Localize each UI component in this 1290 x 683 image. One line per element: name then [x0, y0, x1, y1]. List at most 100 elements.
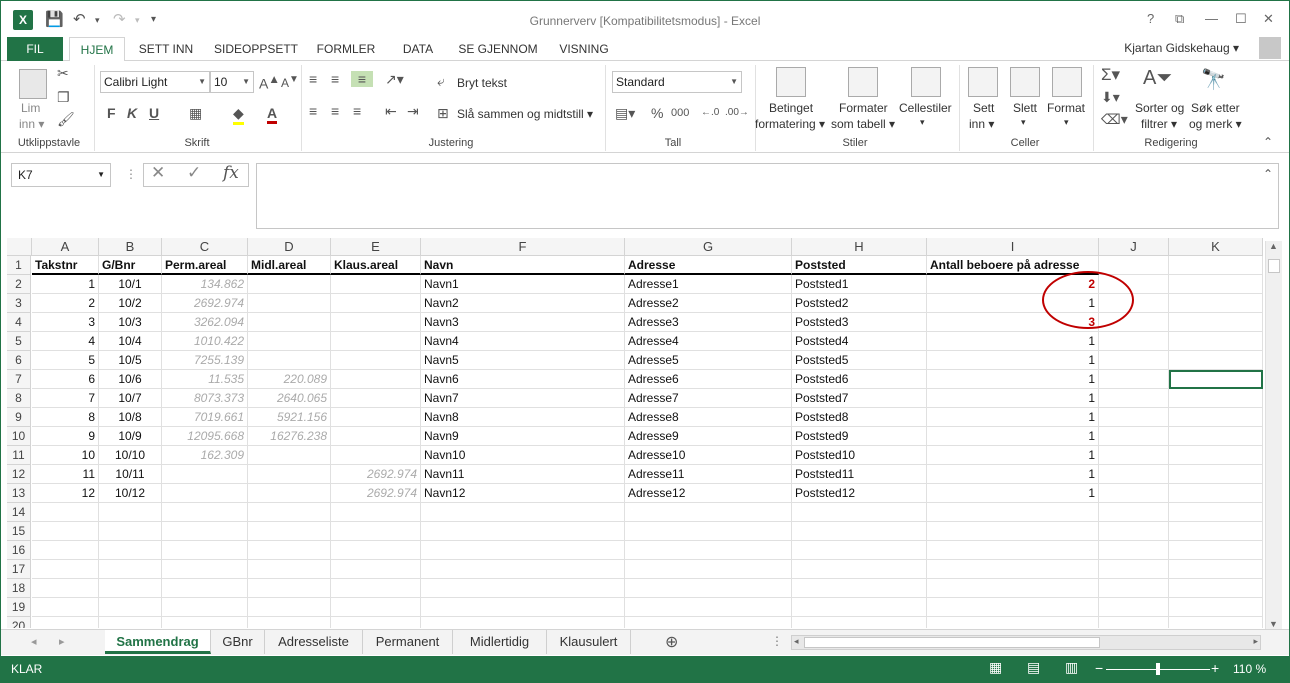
new-sheet-icon[interactable]: ⊕ [665, 632, 678, 652]
table-cell[interactable]: Poststed12 [792, 484, 927, 503]
table-cell[interactable]: 5921.156 [248, 408, 331, 427]
table-cell[interactable]: 10/11 [99, 465, 162, 484]
font-size-select[interactable]: 10 ▼ [210, 71, 254, 93]
column-header-b[interactable]: B [99, 238, 162, 256]
table-cell[interactable]: Poststed3 [792, 313, 927, 332]
orientation-icon[interactable]: ↗▾ [385, 71, 404, 88]
paste-label[interactable]: Lim [21, 101, 40, 115]
empty-cell[interactable] [792, 503, 927, 522]
underline-button[interactable]: U [149, 105, 159, 121]
empty-cell[interactable] [1099, 389, 1169, 408]
table-cell[interactable]: Adresse9 [625, 427, 792, 446]
table-cell[interactable]: 12095.668 [162, 427, 248, 446]
column-header-a[interactable]: A [32, 238, 99, 256]
cell-styles-label[interactable]: Cellestiler [899, 101, 952, 115]
table-cell[interactable] [331, 370, 421, 389]
empty-cell[interactable] [1099, 256, 1169, 275]
empty-cell[interactable] [1169, 560, 1263, 579]
header-cell[interactable]: Navn [421, 256, 625, 275]
empty-cell[interactable] [331, 503, 421, 522]
table-cell[interactable] [248, 465, 331, 484]
empty-cell[interactable] [792, 598, 927, 617]
format-as-table-label[interactable]: Formater [839, 101, 888, 115]
table-cell[interactable]: Navn8 [421, 408, 625, 427]
column-header-e[interactable]: E [331, 238, 421, 256]
table-cell[interactable]: 10/3 [99, 313, 162, 332]
empty-cell[interactable] [248, 617, 331, 628]
table-cell[interactable]: Adresse4 [625, 332, 792, 351]
table-cell[interactable]: 2692.974 [331, 484, 421, 503]
format-as-table-icon[interactable] [848, 67, 878, 97]
table-cell[interactable]: Poststed7 [792, 389, 927, 408]
column-header-i[interactable]: I [927, 238, 1099, 256]
empty-cell[interactable] [1169, 408, 1263, 427]
format-cells-label[interactable]: Format [1047, 101, 1085, 115]
page-break-view-icon[interactable]: ▥ [1065, 659, 1078, 676]
row-header-7[interactable]: 7 [7, 370, 31, 389]
table-cell[interactable]: 2692.974 [162, 294, 248, 313]
empty-cell[interactable] [99, 598, 162, 617]
table-cell[interactable]: Poststed9 [792, 427, 927, 446]
table-cell[interactable]: Adresse7 [625, 389, 792, 408]
ribbon-display-icon[interactable]: ⧉ [1175, 11, 1184, 27]
empty-cell[interactable] [32, 598, 99, 617]
minimize-icon[interactable]: — [1205, 11, 1218, 26]
header-cell[interactable]: Perm.areal [162, 256, 248, 275]
table-cell[interactable]: 10 [32, 446, 99, 465]
empty-cell[interactable] [792, 579, 927, 598]
empty-cell[interactable] [927, 560, 1099, 579]
table-cell[interactable]: 5 [32, 351, 99, 370]
table-cell[interactable]: 1 [927, 484, 1099, 503]
empty-cell[interactable] [331, 560, 421, 579]
tab-insert[interactable]: SETT INN [131, 37, 201, 62]
table-cell[interactable]: 1 [927, 370, 1099, 389]
cut-icon[interactable]: ✂ [57, 65, 69, 82]
row-header-4[interactable]: 4 [7, 313, 31, 332]
header-cell[interactable]: Adresse [625, 256, 792, 275]
empty-cell[interactable] [1169, 351, 1263, 370]
column-header-j[interactable]: J [1099, 238, 1169, 256]
row-header-20[interactable]: 20 [7, 617, 31, 628]
table-cell[interactable]: 162.309 [162, 446, 248, 465]
format-as-table-label-2[interactable]: som tabell ▾ [831, 117, 895, 131]
delete-cells-label[interactable]: Slett [1013, 101, 1037, 115]
selected-cell-k7[interactable] [1169, 370, 1263, 389]
empty-cell[interactable] [1169, 389, 1263, 408]
empty-cell[interactable] [1099, 579, 1169, 598]
cancel-icon[interactable]: ✕ [151, 163, 165, 183]
sheet-tab-klausulert[interactable]: Klausulert [547, 630, 631, 654]
row-header-19[interactable]: 19 [7, 598, 31, 617]
format-cells-label-2[interactable]: ▾ [1064, 117, 1069, 128]
table-cell[interactable]: Poststed10 [792, 446, 927, 465]
table-cell[interactable]: 7 [32, 389, 99, 408]
table-cell[interactable]: Navn10 [421, 446, 625, 465]
increase-indent-icon[interactable]: ⇥ [407, 103, 419, 120]
bold-button[interactable]: F [107, 105, 116, 121]
empty-cell[interactable] [1169, 332, 1263, 351]
table-cell[interactable]: Adresse6 [625, 370, 792, 389]
table-cell[interactable] [331, 294, 421, 313]
select-all-corner[interactable] [7, 238, 32, 256]
table-cell[interactable]: 16276.238 [248, 427, 331, 446]
empty-cell[interactable] [1099, 332, 1169, 351]
align-middle-icon[interactable]: ≡ [331, 71, 339, 87]
sheet-tab-midlertidig[interactable]: Midlertidig [453, 630, 547, 654]
empty-cell[interactable] [792, 617, 927, 628]
maximize-icon[interactable]: ☐ [1235, 11, 1247, 27]
delete-cells-label-2[interactable]: ▾ [1021, 117, 1026, 128]
empty-cell[interactable] [331, 522, 421, 541]
empty-cell[interactable] [927, 503, 1099, 522]
autosum-icon[interactable]: Σ▾ [1101, 65, 1120, 85]
empty-cell[interactable] [1169, 256, 1263, 275]
conditional-formatting-label[interactable]: Betinget [769, 101, 813, 115]
align-bottom-icon[interactable]: ≡ [351, 71, 373, 87]
empty-cell[interactable] [1099, 541, 1169, 560]
table-cell[interactable] [248, 313, 331, 332]
format-cells-icon[interactable] [1052, 67, 1082, 97]
empty-cell[interactable] [99, 503, 162, 522]
table-cell[interactable]: 10/2 [99, 294, 162, 313]
vertical-scroll-thumb[interactable] [1268, 259, 1280, 273]
tab-view[interactable]: VISNING [553, 37, 615, 62]
column-header-k[interactable]: K [1169, 238, 1263, 256]
tab-review[interactable]: SE GJENNOM [453, 37, 543, 62]
